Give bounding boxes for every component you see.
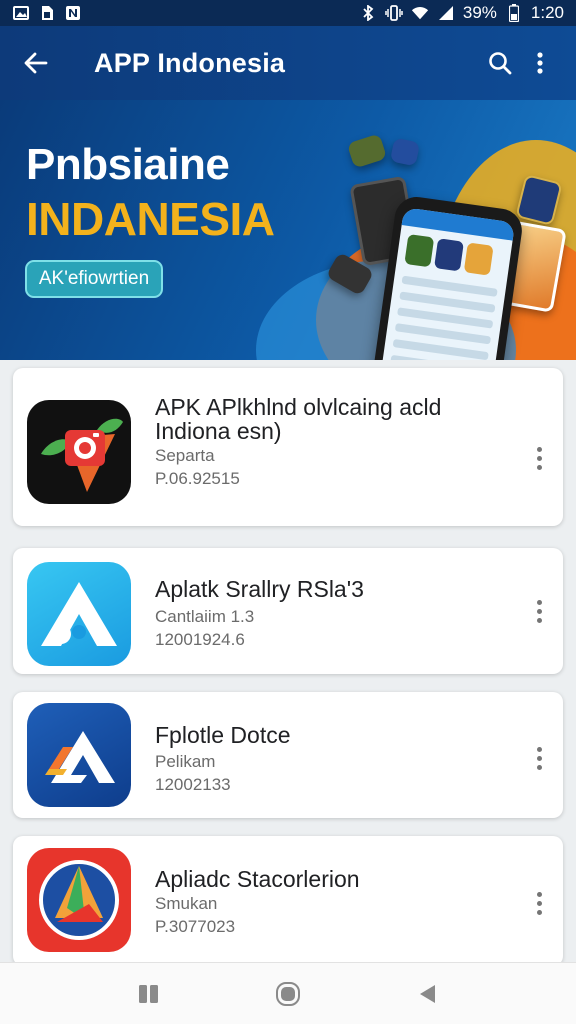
- system-nav-bar: [0, 962, 576, 1024]
- banner-deco-card-olive: [346, 133, 388, 169]
- page-title: APP Indonesia: [94, 47, 286, 78]
- back-triangle-icon: [419, 984, 435, 1003]
- app-overflow-button[interactable]: [529, 443, 549, 473]
- triangle-a-app-icon: [27, 562, 131, 666]
- app-name: APK APlkhlnd olvlcaing acld: [155, 394, 442, 420]
- app-card-2[interactable]: Aplatk Srallry RSla'3 Cantlaiim 1.3 1200…: [13, 548, 563, 674]
- status-bar: 39% 1:20: [0, 0, 576, 26]
- image-icon: [12, 5, 30, 21]
- banner-subtitle: INDANESIA: [26, 193, 275, 245]
- recents-button[interactable]: [125, 970, 173, 1018]
- app-version: 12001924.6: [155, 630, 245, 649]
- nav-back-button[interactable]: [403, 970, 451, 1018]
- battery-percent: 39%: [462, 3, 497, 22]
- more-vertical-icon: [537, 52, 543, 74]
- promo-banner[interactable]: Pnbsiaine INDANESIA AK'efiowrtien: [0, 100, 576, 360]
- app-category: Smukan: [155, 894, 218, 913]
- search-button[interactable]: [480, 43, 520, 83]
- app-version: P.06.92515: [155, 469, 240, 488]
- stylized-a-app-icon: [27, 703, 131, 807]
- app-overflow-button[interactable]: [529, 743, 549, 773]
- status-right: 39% 1:20: [359, 3, 564, 23]
- bluetooth-icon: [359, 5, 377, 21]
- app-name: Aplatk Srallry RSla'3: [155, 576, 364, 602]
- app-card-1[interactable]: APK APlkhlnd olvlcaing acld Indiona esn)…: [13, 368, 563, 526]
- app-overflow-button[interactable]: [529, 888, 549, 918]
- arrow-left-icon: [24, 52, 48, 74]
- more-vertical-icon: [536, 446, 542, 452]
- app-overflow-button[interactable]: [529, 596, 549, 626]
- app-version: P.3077023: [155, 917, 236, 936]
- app-card-4[interactable]: Apliadc Stacorlerion Smukan P.3077023: [13, 836, 563, 966]
- wifi-icon: [411, 5, 429, 21]
- home-button[interactable]: [264, 970, 312, 1018]
- recents-icon: [139, 984, 159, 1003]
- overflow-menu-button[interactable]: [520, 43, 560, 83]
- more-vertical-icon: [536, 891, 542, 897]
- sim-icon: [38, 5, 56, 21]
- app-version: 12002133: [155, 775, 231, 794]
- app-category: Pelikam: [155, 752, 216, 771]
- home-icon: [275, 981, 300, 1006]
- more-vertical-icon: [536, 599, 542, 605]
- more-vertical-icon: [536, 746, 542, 752]
- app-name: Fplotle Dotce: [155, 722, 291, 748]
- battery-icon: [505, 4, 523, 22]
- search-icon: [489, 52, 512, 75]
- app-name-line2: Indiona esn): [155, 418, 282, 444]
- clock: 1:20: [530, 3, 564, 22]
- app-category: Separta: [155, 446, 215, 465]
- vibrate-icon: [385, 5, 403, 21]
- signal-icon: [437, 5, 455, 21]
- app-name: Apliadc Stacorlerion: [155, 866, 360, 892]
- camera-leaf-app-icon: [27, 400, 131, 504]
- notification-n-icon: [64, 5, 82, 21]
- banner-deco-card-blue: [389, 137, 421, 167]
- compass-circle-app-icon: [27, 848, 131, 952]
- app-category: Cantlaiim 1.3: [155, 607, 255, 626]
- banner-title: Pnbsiaine: [26, 140, 230, 189]
- banner-cta-button[interactable]: AK'efiowrtien: [25, 260, 163, 298]
- back-button[interactable]: [16, 43, 56, 83]
- status-left: [12, 5, 82, 21]
- app-card-3[interactable]: Fplotle Dotce Pelikam 12002133: [13, 692, 563, 818]
- app-bar: APP Indonesia: [0, 26, 576, 100]
